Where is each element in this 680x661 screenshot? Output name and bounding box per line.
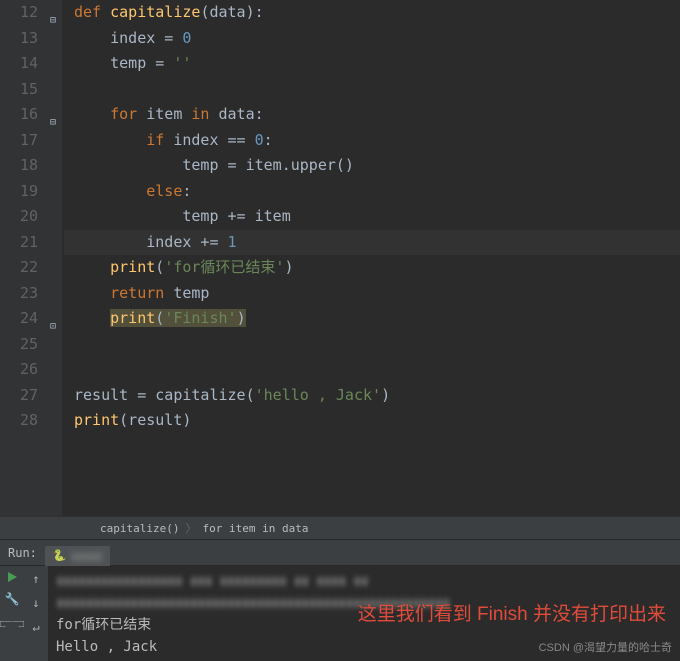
run-nav-column: ↑ ↓ ↵ [24, 566, 48, 661]
line-number: 17 [0, 128, 44, 154]
line-number: 18 [0, 153, 44, 179]
code-line[interactable] [64, 77, 680, 103]
code-line[interactable]: return temp [64, 281, 680, 307]
line-number: 25 [0, 332, 44, 358]
line-number: 19 [0, 179, 44, 205]
fold-column[interactable]: ⊟ ⊟ ⊡ [48, 0, 62, 516]
fold-icon[interactable]: ⊟ [50, 110, 56, 136]
run-config-tab[interactable]: 🐍 ▯▯▯▯▯ [45, 546, 110, 566]
chevron-right-icon: 〉 [185, 520, 196, 536]
fold-icon[interactable]: ⊟ [50, 8, 56, 34]
code-line[interactable]: if index == 0: [64, 128, 680, 154]
code-line[interactable]: for item in data: [64, 102, 680, 128]
code-line[interactable]: def capitalize(data): [64, 0, 680, 26]
code-line[interactable]: temp += item [64, 204, 680, 230]
line-number: 28 [0, 408, 44, 434]
line-number: 21 [0, 230, 44, 256]
wrench-icon[interactable]: 🔧 [5, 592, 20, 606]
code-line[interactable]: index = 0 [64, 26, 680, 52]
annotation-text: 这里我们看到 Finish 并没有打印出来 [358, 604, 666, 626]
code-line[interactable]: else: [64, 179, 680, 205]
arrow-down-icon[interactable]: ↓ [32, 596, 39, 610]
code-line[interactable]: result = capitalize('hello , Jack') [64, 383, 680, 409]
code-line[interactable] [64, 332, 680, 358]
fold-icon[interactable]: ⊡ [50, 314, 56, 340]
arrow-up-icon[interactable]: ↑ [32, 572, 39, 586]
code-line[interactable]: temp = '' [64, 51, 680, 77]
code-line[interactable]: print(result) [64, 408, 680, 434]
console-output[interactable]: ▮▮▮▮▮▮▮▮▮▮▮▮▮▮▮▮▮ ▮▮▮ ▮▮▮▮▮▮▮▮▮ ▮▮ ▮▮▮▮ … [48, 566, 680, 661]
breadcrumb[interactable]: capitalize() 〉 for item in data [0, 516, 680, 540]
code-line[interactable] [64, 357, 680, 383]
line-number: 23 [0, 281, 44, 307]
run-toolbar: Run: 🐍 ▯▯▯▯▯ [0, 540, 680, 566]
line-number-gutter: 1213141516171819202122232425262728 [0, 0, 48, 516]
code-line[interactable]: print('for循环已结束') [64, 255, 680, 281]
line-number: 27 [0, 383, 44, 409]
run-action-column: 🔧 ⫍⫎ [0, 566, 24, 661]
line-number: 14 [0, 51, 44, 77]
code-area[interactable]: def capitalize(data): index = 0 temp = '… [62, 0, 680, 516]
code-line[interactable]: print('Finish') [64, 306, 680, 332]
line-number: 13 [0, 26, 44, 52]
line-number: 24 [0, 306, 44, 332]
code-line[interactable]: temp = item.upper() [64, 153, 680, 179]
layout-icon[interactable]: ⫍⫎ [0, 616, 25, 631]
line-number: 22 [0, 255, 44, 281]
code-line[interactable]: index += 1 [64, 230, 680, 256]
line-number: 16 [0, 102, 44, 128]
python-icon: 🐍 [53, 549, 67, 562]
breadcrumb-item[interactable]: for item in data [196, 522, 314, 535]
run-config-name: ▯▯▯▯▯ [71, 549, 102, 563]
line-number: 15 [0, 77, 44, 103]
line-number: 20 [0, 204, 44, 230]
run-panel: 🔧 ⫍⫎ ↑ ↓ ↵ ▮▮▮▮▮▮▮▮▮▮▮▮▮▮▮▮▮ ▮▮▮ ▮▮▮▮▮▮▮… [0, 566, 680, 661]
watermark: CSDN @渴望力量的哈士奇 [539, 637, 672, 659]
line-number: 12 [0, 0, 44, 26]
breadcrumb-item[interactable]: capitalize() [94, 522, 185, 535]
line-number: 26 [0, 357, 44, 383]
run-tool-window-label: Run: [0, 546, 45, 560]
code-editor[interactable]: 1213141516171819202122232425262728 ⊟ ⊟ ⊡ d… [0, 0, 680, 516]
wrap-icon[interactable]: ↵ [32, 620, 39, 634]
rerun-icon[interactable] [8, 572, 17, 582]
